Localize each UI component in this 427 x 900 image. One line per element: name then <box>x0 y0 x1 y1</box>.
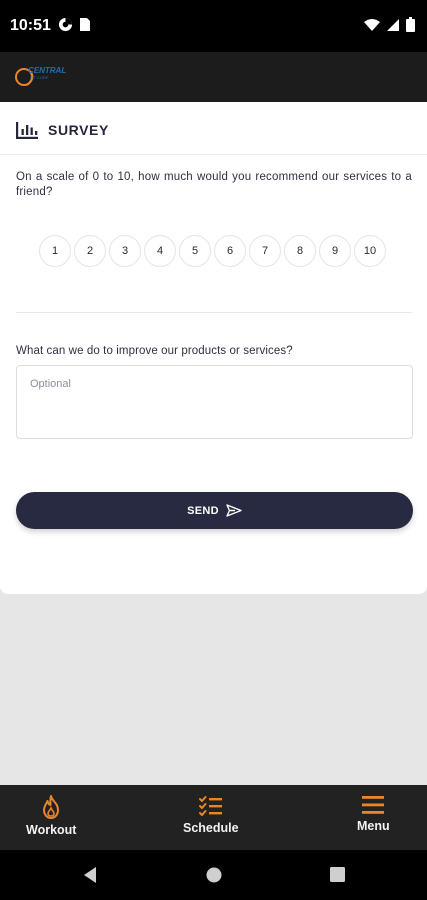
bar-chart-icon <box>16 121 38 139</box>
nav-item-schedule[interactable]: Schedule <box>183 795 239 835</box>
data-saver-icon <box>58 17 73 32</box>
svg-text:CENTRAL: CENTRAL <box>28 66 66 75</box>
svg-text:FIT CORP: FIT CORP <box>30 75 49 80</box>
send-label: SEND <box>187 504 219 517</box>
feedback-textarea[interactable]: Optional <box>16 365 413 439</box>
send-button[interactable]: SEND <box>16 492 413 529</box>
survey-header: SURVEY <box>16 118 109 142</box>
recommend-question: On a scale of 0 to 10, how much would yo… <box>16 171 412 198</box>
status-bar: 10:51 <box>0 0 427 52</box>
rating-option-5[interactable]: 5 <box>179 235 211 267</box>
send-icon <box>226 504 242 517</box>
app-logo[interactable]: CENTRAL FIT CORP <box>14 64 76 93</box>
flame-icon <box>43 795 60 819</box>
main-content: SURVEY On a scale of 0 to 10, how much w… <box>0 102 427 785</box>
recents-icon[interactable] <box>330 867 345 882</box>
hamburger-icon <box>362 796 385 814</box>
system-nav-bar <box>0 850 427 900</box>
rating-option-3[interactable]: 3 <box>109 235 141 267</box>
wifi-icon <box>364 18 380 31</box>
nav-label-menu: Menu <box>357 819 390 833</box>
rating-option-8[interactable]: 8 <box>284 235 316 267</box>
rating-option-4[interactable]: 4 <box>144 235 176 267</box>
rating-option-10[interactable]: 10 <box>354 235 386 267</box>
survey-card: SURVEY On a scale of 0 to 10, how much w… <box>0 102 427 594</box>
checklist-icon <box>198 796 222 816</box>
status-system-icons <box>364 17 415 32</box>
sim-card-icon <box>80 18 90 31</box>
battery-icon <box>406 17 415 32</box>
nav-item-menu[interactable]: Menu <box>357 795 390 833</box>
rating-option-2[interactable]: 2 <box>74 235 106 267</box>
improve-question: What can we do to improve our products o… <box>16 345 293 357</box>
signal-icon <box>387 18 399 31</box>
bottom-nav: Workout Schedule Menu <box>0 785 427 850</box>
section-divider <box>16 312 412 313</box>
back-icon[interactable] <box>82 866 98 884</box>
rating-option-6[interactable]: 6 <box>214 235 246 267</box>
rating-option-7[interactable]: 7 <box>249 235 281 267</box>
status-notification-icons <box>58 17 91 32</box>
nav-item-workout[interactable]: Workout <box>26 795 76 837</box>
nav-label-workout: Workout <box>26 823 77 837</box>
survey-title: SURVEY <box>48 122 109 138</box>
header-divider <box>0 154 427 155</box>
home-icon[interactable] <box>206 867 222 883</box>
central-logo-icon: CENTRAL FIT CORP <box>15 66 66 86</box>
rating-scale: 1 2 3 4 5 6 7 8 9 10 <box>39 235 386 267</box>
app-bar: CENTRAL FIT CORP <box>0 52 427 102</box>
status-time: 10:51 <box>10 17 51 34</box>
rating-option-1[interactable]: 1 <box>39 235 71 267</box>
nav-label-schedule: Schedule <box>183 821 239 835</box>
rating-option-9[interactable]: 9 <box>319 235 351 267</box>
